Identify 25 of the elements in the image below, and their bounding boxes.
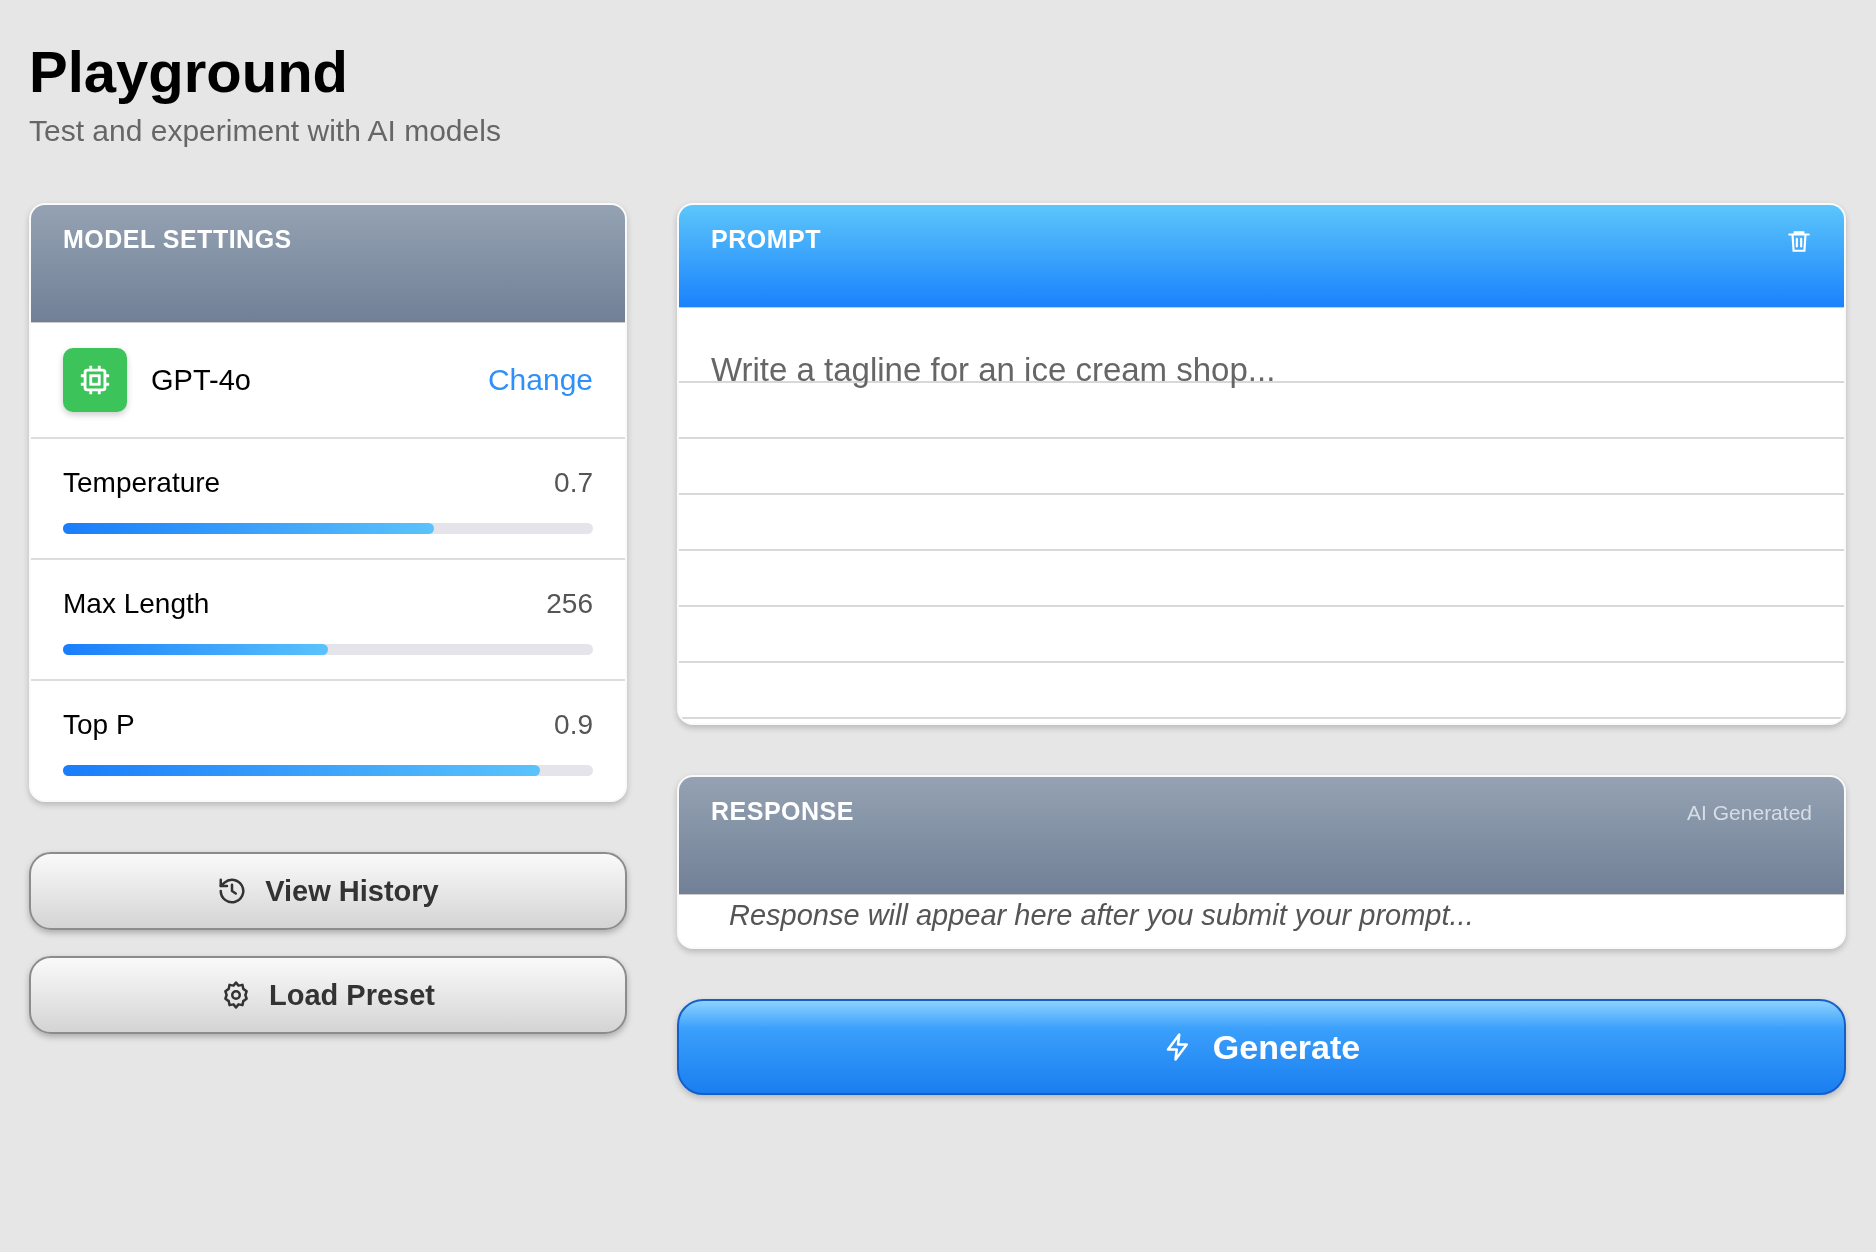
ai-generated-label: AI Generated [1687, 801, 1812, 825]
slider-label: Max Length [63, 588, 210, 620]
slider-label: Top P [63, 709, 135, 741]
slider-value: 0.7 [554, 467, 593, 499]
slider-track[interactable] [63, 523, 593, 534]
prompt-panel[interactable]: PROMPT Write a tagline for an ice cream shop... [677, 203, 1846, 725]
prompt-field[interactable]: Write a tagline for an ice cream shop... [679, 308, 1844, 723]
settings-icon [221, 980, 251, 1010]
page-title: Playground [29, 38, 350, 106]
slider-label: Temperature [63, 467, 221, 499]
response-field: Response will appear here after you submit your prompt... [679, 895, 1844, 947]
page-subtitle: Test and experiment with AI models [29, 114, 502, 148]
slider-track[interactable] [63, 644, 593, 655]
history-button[interactable]: View History [29, 852, 627, 930]
preset-button[interactable]: Load Preset [29, 956, 627, 1034]
change-link[interactable]: Change [487, 363, 593, 397]
model-name: GPT-4o [151, 363, 252, 397]
generate-button[interactable]: Generate [677, 999, 1846, 1095]
chip-icon [63, 348, 127, 412]
slider-value: 256 [546, 588, 593, 620]
card-title: PROMPT [711, 225, 821, 254]
card-title: RESPONSE [711, 797, 854, 826]
card-title: MODEL SETTINGS [63, 225, 292, 254]
slider-value: 0.9 [554, 709, 593, 741]
history-icon [217, 876, 248, 906]
